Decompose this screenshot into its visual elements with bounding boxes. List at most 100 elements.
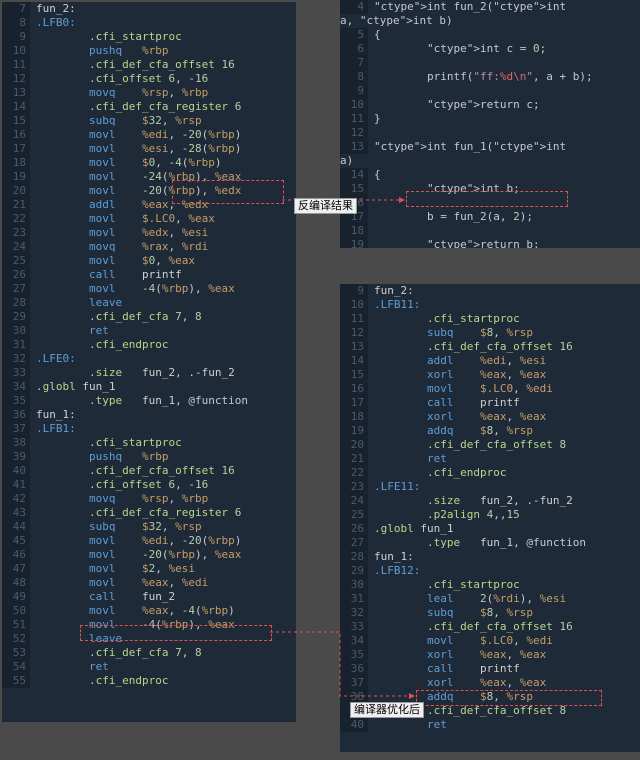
line-number: 13: [340, 140, 368, 154]
line-number: 47: [2, 562, 30, 576]
line-number: 35: [2, 394, 30, 408]
code-line: 21 addl %eax, %edx: [2, 198, 296, 212]
code-line: 33 .cfi_def_cfa_offset 16: [340, 620, 640, 634]
code-line: 40 .cfi_def_cfa_offset 16: [2, 464, 296, 478]
line-number: 23: [340, 480, 368, 494]
code-line: 11 .cfi_startproc: [340, 312, 640, 326]
code-line: 36 call printf: [340, 662, 640, 676]
line-number: 5: [340, 28, 368, 42]
code-line: 42 movq %rsp, %rbp: [2, 492, 296, 506]
line-number: 20: [340, 438, 368, 452]
panel-source-c: 4"ctype">int fun_2("ctype">int a, "ctype…: [340, 0, 640, 248]
line-number: 32: [340, 606, 368, 620]
line-number: 37: [2, 422, 30, 436]
line-number: 21: [2, 198, 30, 212]
code-line: 47 movl $2, %esi: [2, 562, 296, 576]
line-number: 28: [2, 296, 30, 310]
line-number: 31: [2, 338, 30, 352]
code-line: 34.globl fun_1: [2, 380, 296, 394]
line-number: 27: [2, 282, 30, 296]
code-line: 7: [340, 56, 640, 70]
callout-decompile-result: 反编译结果: [294, 198, 357, 214]
line-number: 24: [340, 494, 368, 508]
code-line: 17 call printf: [340, 396, 640, 410]
line-number: 23: [2, 226, 30, 240]
code-line: 53 .cfi_def_cfa 7, 8: [2, 646, 296, 660]
code-line: 14 addl %edi, %esi: [340, 354, 640, 368]
line-number: 9: [2, 30, 30, 44]
code-line: 13 movq %rsp, %rbp: [2, 86, 296, 100]
line-number: 25: [2, 254, 30, 268]
line-number: 11: [340, 112, 368, 126]
code-line: 29 .cfi_def_cfa 7, 8: [2, 310, 296, 324]
code-line: 20 movl -20(%rbp), %edx: [2, 184, 296, 198]
line-number: 14: [340, 354, 368, 368]
line-number: 8: [2, 16, 30, 30]
line-number: 41: [2, 478, 30, 492]
line-number: 7: [340, 56, 368, 70]
line-number: 13: [340, 340, 368, 354]
code-line: 29.LFB12:: [340, 564, 640, 578]
code-line: 13"ctype">int fun_1("ctype">int: [340, 140, 640, 154]
line-number: 18: [340, 224, 368, 238]
line-number: 26: [2, 268, 30, 282]
line-number: 31: [340, 592, 368, 606]
line-number: 19: [2, 170, 30, 184]
code-line: 12: [340, 126, 640, 140]
line-number: 18: [2, 156, 30, 170]
line-number: 4: [340, 0, 368, 14]
line-number: 30: [340, 578, 368, 592]
code-line: 36fun_1:: [2, 408, 296, 422]
code-line: 23.LFE11:: [340, 480, 640, 494]
code-line: 15 subq $32, %rsp: [2, 114, 296, 128]
line-number: 18: [340, 410, 368, 424]
line-number: 30: [2, 324, 30, 338]
line-number: 39: [2, 450, 30, 464]
code-line: 49 call fun_2: [2, 590, 296, 604]
line-number: 12: [2, 72, 30, 86]
code-line: 40 ret: [340, 718, 640, 732]
code-line: 17 movl %esi, -28(%rbp): [2, 142, 296, 156]
code-line: 10.LFB11:: [340, 298, 640, 312]
code-line: 27 .type fun_1, @function: [340, 536, 640, 550]
code-line: 9: [340, 84, 640, 98]
code-line: 33 .size fun_2, .-fun_2: [2, 366, 296, 380]
line-number: 12: [340, 126, 368, 140]
code-line: 11 .cfi_def_cfa_offset 16: [2, 58, 296, 72]
line-number: 27: [340, 536, 368, 550]
line-number: 10: [340, 98, 368, 112]
code-line: 17 b = fun_2(a, 2);: [340, 210, 640, 224]
code-line: 38 .cfi_startproc: [2, 436, 296, 450]
line-number: 12: [340, 326, 368, 340]
line-number: 26: [340, 522, 368, 536]
code-line: 31 leal 2(%rdi), %esi: [340, 592, 640, 606]
code-line: 22 .cfi_endproc: [340, 466, 640, 480]
line-number: 15: [340, 182, 368, 196]
line-number: 33: [2, 366, 30, 380]
line-number: 9: [340, 284, 368, 298]
code-line: 45 movl %edi, -20(%rbp): [2, 534, 296, 548]
code-line: 5{: [340, 28, 640, 42]
line-number: 10: [340, 298, 368, 312]
code-line: 41 .cfi_offset 6, -16: [2, 478, 296, 492]
code-line: 9fun_2:: [340, 284, 640, 298]
code-line: 54 ret: [2, 660, 296, 674]
panel-left-asm: 7fun_2:8.LFB0:9 .cfi_startproc10 pushq %…: [2, 2, 296, 722]
line-number: 55: [2, 674, 30, 688]
line-number: 14: [2, 100, 30, 114]
code-line: 8 printf("ff:%d\n", a + b);: [340, 70, 640, 84]
code-line: 16 movl %edi, -20(%rbp): [2, 128, 296, 142]
code-line: 10 pushq %rbp: [2, 44, 296, 58]
line-number: 24: [2, 240, 30, 254]
code-line: 52 leave: [2, 632, 296, 646]
line-number: 37: [340, 676, 368, 690]
code-line: 35 .type fun_1, @function: [2, 394, 296, 408]
line-number: 35: [340, 648, 368, 662]
code-line: 25 .p2align 4,,15: [340, 508, 640, 522]
callout-optimized: 编译器优化后: [350, 702, 424, 718]
line-number: 11: [2, 58, 30, 72]
code-line: 18 xorl %eax, %eax: [340, 410, 640, 424]
code-line: 18: [340, 224, 640, 238]
code-line: 7fun_2:: [2, 2, 296, 16]
figure-root: { "callouts": { "decompile": "反编译结果", "o…: [0, 0, 640, 760]
